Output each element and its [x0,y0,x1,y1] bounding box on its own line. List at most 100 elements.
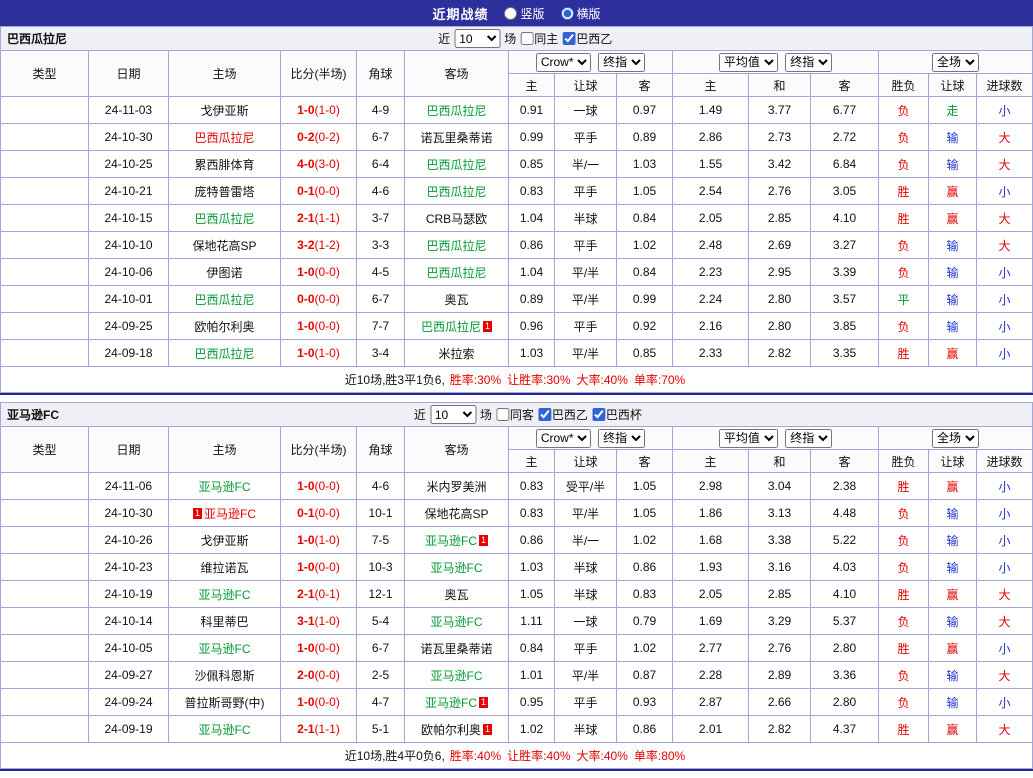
league-serieb-checkbox-label[interactable]: 巴西乙 [538,406,588,423]
odds-home: 0.84 [509,635,555,662]
team-name: 奥瓦 [444,293,468,307]
same-away-checkbox-label[interactable]: 同客 [496,406,534,423]
league-cell: 巴西乙 [1,286,89,313]
odds-handicap: 平手 [555,689,617,716]
result-wdl: 负 [879,259,929,286]
result-goals: 小 [977,286,1033,313]
odds-away: 0.97 [617,97,673,124]
odds-handicap: 半/一 [555,151,617,178]
odds-home: 0.99 [509,124,555,151]
layout-vertical-label: 竖版 [520,5,544,22]
result-handicap: 走 [929,97,977,124]
match-row: 巴西乙24-10-10保地花高SP3-2(1-2)3-3巴西瓜拉尼0.86平手1… [1,232,1033,259]
full-score: 1-0 [297,265,314,279]
th-result-wdl: 胜负 [879,450,929,473]
layout-vertical-radio[interactable]: 竖版 [504,5,544,22]
team-name: 欧帕尔利奥 [194,320,254,334]
avg-away: 3.05 [811,178,879,205]
result-handicap: 输 [929,259,977,286]
average-select[interactable]: 平均值 [719,429,778,448]
league-serieb-checkbox-label[interactable]: 巴西乙 [562,30,612,47]
match-count-select[interactable]: 10 [430,405,476,424]
team-name: 保地花高SP [192,239,256,253]
corners: 2-5 [357,662,405,689]
odds-handicap: 半/一 [555,527,617,554]
layout-horizontal-radio-input[interactable] [561,7,574,20]
layout-vertical-radio-input[interactable] [504,7,517,20]
layout-horizontal-radio[interactable]: 横版 [561,5,601,22]
result-goals: 小 [977,527,1033,554]
fullmatch-select[interactable]: 全场 [932,53,979,72]
final-index-select-2[interactable]: 终指 [785,429,832,448]
final-index-select[interactable]: 终指 [598,53,645,72]
result-goals: 小 [977,554,1033,581]
th-avg-draw: 和 [749,74,811,97]
corners: 3-3 [357,232,405,259]
league-cell: 巴西乙 [1,232,89,259]
odds-home: 0.83 [509,473,555,500]
corners: 4-7 [357,689,405,716]
bookmaker-select[interactable]: Crow* [536,429,591,448]
avg-home: 2.23 [673,259,749,286]
final-index-select-2[interactable]: 终指 [785,53,832,72]
average-select[interactable]: 平均值 [719,53,778,72]
bookmaker-select[interactable]: Crow* [536,53,591,72]
fullmatch-select[interactable]: 全场 [932,429,979,448]
team-name: 巴西瓜拉尼 [194,293,254,307]
score-cell: 1-0(0-0) [281,554,357,581]
full-score: 1-0 [297,641,314,655]
avg-home: 2.54 [673,178,749,205]
score-cell: 0-1(0-0) [281,500,357,527]
league-serieb-checkbox[interactable] [562,32,575,45]
league-cell: 巴西乙 [1,178,89,205]
away-team: 保地花高SP [405,500,509,527]
odds-home: 1.03 [509,340,555,367]
cup-checkbox[interactable] [592,408,605,421]
team-name: 巴西瓜拉尼 [426,185,486,199]
checkbox-text: 同主 [534,30,558,47]
filter-controls: 近 10 场 同客 巴西乙 巴西杯 [414,405,642,424]
score-cell: 2-1(1-1) [281,716,357,743]
score-cell: 3-2(1-2) [281,232,357,259]
match-date: 24-09-18 [89,340,169,367]
half-score: (0-0) [315,292,340,306]
half-score: (1-1) [315,722,340,736]
avg-away: 2.80 [811,689,879,716]
avg-home: 2.33 [673,340,749,367]
odds-handicap: 平手 [555,124,617,151]
match-count-select[interactable]: 10 [454,29,500,48]
home-team: 1亚马逊FC [169,500,281,527]
full-score: 0-1 [297,184,314,198]
away-team: 亚马逊FC [405,554,509,581]
same-home-checkbox-label[interactable]: 同主 [520,30,558,47]
same-away-checkbox[interactable] [496,408,509,421]
league-cell: 巴西乙 [1,313,89,340]
avg-home: 2.05 [673,581,749,608]
odds-away: 1.02 [617,232,673,259]
results-section-amazonas: 亚马逊FC 近 10 场 同客 巴西乙 巴西杯 类型 日 [0,402,1033,771]
team-name: 亚马逊FC [431,561,483,575]
corners: 5-4 [357,608,405,635]
match-date: 24-10-01 [89,286,169,313]
cup-checkbox-label[interactable]: 巴西杯 [592,406,642,423]
avg-home: 2.48 [673,232,749,259]
average-group-header: 平均值 终指 [673,51,879,74]
away-team: 巴西瓜拉尼 [405,259,509,286]
result-wdl: 负 [879,151,929,178]
corners: 10-3 [357,554,405,581]
half-score: (0-0) [315,668,340,682]
league-serieb-checkbox[interactable] [538,408,551,421]
odds-handicap: 平/半 [555,500,617,527]
odds-away: 1.02 [617,527,673,554]
team-name: 亚马逊FC [425,696,477,710]
result-goals: 大 [977,232,1033,259]
final-index-select[interactable]: 终指 [598,429,645,448]
full-score: 2-0 [297,668,314,682]
same-home-checkbox[interactable] [520,32,533,45]
avg-draw: 3.13 [749,500,811,527]
full-score: 2-1 [297,211,314,225]
odds-handicap: 半球 [555,554,617,581]
avg-away: 4.37 [811,716,879,743]
th-odds-handicap: 让球 [555,450,617,473]
avg-away: 3.57 [811,286,879,313]
